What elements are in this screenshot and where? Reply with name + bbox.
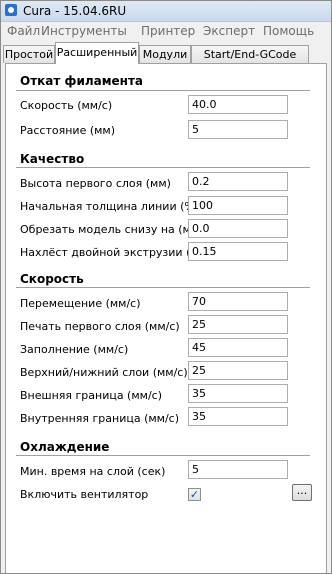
infill-speed-label: Заполнение (мм/с)	[20, 343, 129, 356]
section-divider	[16, 455, 310, 456]
section-divider	[16, 90, 310, 91]
travel-speed-label: Перемещение (мм/с)	[20, 297, 141, 310]
inner-shell-speed-label: Внутренняя граница (мм/с)	[20, 412, 180, 425]
first-layer-speed-label: Печать первого слоя (мм/с)	[20, 320, 180, 333]
first-layer-height-label: Высота первого слоя (мм)	[20, 177, 171, 190]
window-title: Cura - 15.04.6RU	[23, 4, 127, 18]
first-layer-height-input[interactable]: 0.2	[188, 172, 288, 191]
initial-line-width-input[interactable]: 100	[188, 196, 288, 215]
inner-shell-speed-input[interactable]: 35	[188, 407, 288, 426]
top-bottom-speed-label: Верхний/нижний слои (мм/с)	[20, 366, 188, 379]
retraction-distance-label: Расстояние (мм)	[20, 124, 116, 137]
dual-extrusion-overlap-input[interactable]: 0.15	[188, 242, 288, 261]
retraction-speed-input[interactable]: 40.0	[188, 95, 288, 114]
outer-shell-speed-input[interactable]: 35	[188, 384, 288, 403]
tab-strip: Простой Расширенный Модули Start/End-GCo…	[1, 41, 331, 64]
min-layer-time-input[interactable]: 5	[188, 460, 288, 479]
tab-advanced[interactable]: Расширенный	[55, 42, 139, 64]
cura-app-icon	[5, 4, 17, 16]
outer-shell-speed-label: Внешняя граница (мм/с)	[20, 389, 162, 402]
first-layer-speed-input[interactable]: 25	[188, 315, 288, 334]
tab-start-end-gcode[interactable]: Start/End-GCode	[191, 45, 309, 63]
retraction-speed-label: Скорость (мм/с)	[20, 99, 113, 112]
section-title-quality: Качество	[20, 152, 85, 166]
advanced-settings-panel: Откат филамента Скорость (мм/с) 40.0 Рас…	[5, 63, 327, 573]
menu-help[interactable]: Помощь	[263, 24, 314, 38]
dual-extrusion-overlap-label: Нахлёст двойной экструзии (мм)	[20, 246, 212, 259]
fan-settings-button[interactable]: ...	[292, 484, 312, 501]
section-divider	[16, 287, 310, 288]
cut-off-bottom-label: Обрезать модель снизу на (мм)	[20, 223, 204, 236]
menu-tools[interactable]: Инструменты	[41, 24, 127, 38]
cut-off-bottom-input[interactable]: 0.0	[188, 219, 288, 238]
tab-plugins[interactable]: Модули	[139, 45, 191, 63]
menu-bar: Файл Инструменты Принтер Эксперт Помощь	[1, 22, 331, 41]
initial-line-width-label: Начальная толщина линии (%)	[20, 200, 200, 213]
section-title-retraction: Откат филамента	[20, 74, 144, 88]
tab-simple[interactable]: Простой	[3, 45, 55, 63]
menu-printer[interactable]: Принтер	[141, 24, 195, 38]
infill-speed-input[interactable]: 45	[188, 338, 288, 357]
app-window: Cura - 15.04.6RU Файл Инструменты Принте…	[0, 0, 332, 574]
menu-file[interactable]: Файл	[7, 24, 40, 38]
title-bar[interactable]: Cura - 15.04.6RU	[1, 1, 331, 22]
min-layer-time-label: Мин. время на слой (сек)	[20, 465, 166, 478]
enable-fan-label: Включить вентилятор	[20, 488, 149, 501]
section-title-cooling: Охлаждение	[20, 440, 110, 454]
menu-expert[interactable]: Эксперт	[203, 24, 255, 38]
top-bottom-speed-input[interactable]: 25	[188, 361, 288, 380]
retraction-distance-input[interactable]: 5	[188, 120, 288, 139]
travel-speed-input[interactable]: 70	[188, 292, 288, 311]
enable-fan-checkbox[interactable]: ✓	[188, 488, 201, 501]
section-divider	[16, 167, 310, 168]
section-title-speed: Скорость	[20, 272, 84, 286]
